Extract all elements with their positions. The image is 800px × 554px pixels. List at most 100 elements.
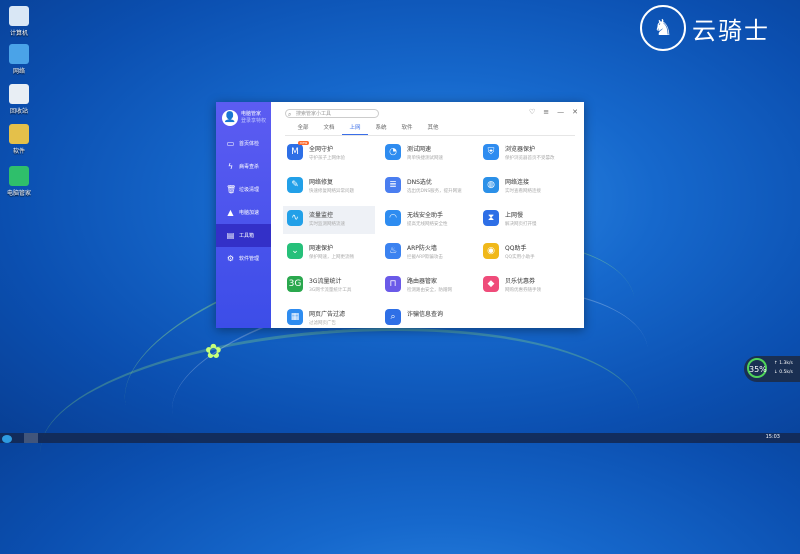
tab[interactable]: 全部 — [290, 122, 316, 134]
tab-divider — [285, 135, 575, 136]
wallpaper-leaf-icon: ✿ — [205, 339, 222, 363]
desktop-icon[interactable]: 电脑管家 — [2, 166, 36, 197]
sidebar-item-label: 首页体检 — [239, 141, 260, 147]
upload-speed: ↑ 1.3k/s — [774, 361, 793, 366]
desktop-icon-label: 计算机 — [9, 30, 28, 37]
desktop-icon-label: 软件 — [12, 148, 25, 155]
tool-desc: 保护浏览器首页不受篡改 — [505, 156, 555, 161]
tool-item[interactable]: ♨ ARP防火墙拦截ARP欺骗攻击 — [381, 239, 473, 267]
recycle-bin-icon — [9, 84, 29, 104]
network-icon — [9, 44, 29, 64]
tab[interactable]: 文档 — [316, 122, 342, 134]
profile[interactable]: 👤 电脑管家 登录享特权 — [216, 102, 271, 132]
start-button[interactable] — [2, 435, 12, 443]
tool-desc: 过滤网页广告 — [309, 321, 336, 326]
search-input[interactable]: ⌕ 搜索管家小工具 — [285, 109, 379, 118]
tool-name: 贝乐优惠券 — [505, 278, 536, 285]
sidebar-item[interactable]: ▭ 首页体检 — [216, 132, 271, 155]
tab[interactable]: 系统 — [368, 122, 394, 134]
tool-item[interactable]: ⊓ 路由器管家 检测路由安全，防蹭网 — [381, 272, 473, 300]
apps-icon: ⚙ — [226, 254, 235, 263]
wrench-icon: ✎ — [287, 177, 303, 193]
fire-icon: ♨ — [385, 243, 401, 259]
sidebar: 👤 电脑管家 登录享特权 ▭ 首页体检 ϟ 病毒查杀 🗑 垃圾清理 ▲ 电脑加速 ▤ 工具箱 ⚙ 软件… — [216, 102, 271, 328]
sidebar-item[interactable]: 🗑 垃圾清理 — [216, 178, 271, 201]
login-link[interactable]: 登录享特权 — [241, 118, 266, 125]
hourglass-icon: ⧗ — [483, 210, 499, 226]
dns-icon: ≣ — [385, 177, 401, 193]
tab[interactable]: 上网 — [342, 122, 368, 135]
new-badge: new — [298, 141, 310, 145]
tool-item[interactable]: ◆ 贝乐优惠券 网购优惠券随手领 — [479, 272, 571, 300]
tool-item[interactable]: ⛨ 浏览器保护保护浏览器首页不受篡改 — [479, 140, 571, 168]
clock: 15:03 — [765, 434, 780, 440]
horse-rider-logo-icon: ♞ — [640, 5, 686, 51]
monitor-icon: ▭ — [226, 139, 235, 148]
taskbar — [0, 433, 800, 443]
desktop-icon[interactable]: 软件 — [2, 124, 36, 155]
desktop-icon[interactable]: 计算机 — [2, 6, 36, 37]
sidebar-item-label: 工具箱 — [239, 233, 255, 239]
pc-manager-window: 👤 电脑管家 登录享特权 ▭ 首页体检 ϟ 病毒查杀 🗑 垃圾清理 ▲ 电脑加速 ▤ 工具箱 ⚙ 软件… — [216, 102, 584, 328]
category-tabs: 全部 文档 上网 系统 软件 其他 — [290, 122, 446, 135]
tool-name: ARP防火墙 — [407, 245, 437, 252]
download-speed: ↓ 0.5k/s — [774, 370, 793, 375]
traffic-monitor-icon: ∿ — [287, 210, 303, 226]
tool-desc: 守护孩子上网体验 — [309, 156, 345, 161]
sidebar-item[interactable]: ⚙ 软件管理 — [216, 247, 271, 270]
browser-shield-icon: ⛨ — [483, 144, 499, 160]
sidebar-item-label: 垃圾清理 — [239, 187, 260, 193]
speedometer-icon: ◔ — [385, 144, 401, 160]
sidebar-item[interactable]: ▤ 工具箱 — [216, 224, 271, 247]
skin-icon[interactable]: ♡ — [529, 108, 535, 116]
tab[interactable]: 软件 — [394, 122, 420, 134]
sidebar-item[interactable]: ϟ 病毒查杀 — [216, 155, 271, 178]
tool-item[interactable]: ◠ 无线安全助手 提高无线网络安全性 — [381, 206, 473, 234]
tool-item[interactable]: 3G 3G流量统计 3G网卡流量统计工具 — [283, 272, 375, 300]
close-button[interactable]: ✕ — [572, 108, 578, 116]
brand-text: 云骑士 — [692, 16, 770, 45]
menu-icon[interactable]: ≡ — [543, 108, 549, 116]
computer-icon — [9, 6, 29, 26]
tool-name: 浏览器保护 — [505, 146, 536, 153]
tool-item[interactable]: ≣ DNS选优 选出优DNS服务，提升网速 — [381, 173, 473, 201]
qq-icon: ◉ — [483, 243, 499, 259]
tool-item[interactable]: ⧗ 上网慢 解决网页打开慢 — [479, 206, 571, 234]
rocket-icon: ▲ — [227, 208, 234, 217]
tool-item[interactable]: ◉ QQ助手 QQ实用小助手 — [479, 239, 571, 267]
shield-m-icon: M — [287, 144, 303, 160]
desktop-icon[interactable]: 网络 — [2, 44, 36, 75]
tool-desc: 拦截ARP欺骗攻击 — [407, 255, 443, 260]
tab[interactable]: 其他 — [420, 122, 446, 134]
tool-desc: 提高无线网络安全性 — [407, 222, 448, 227]
minimize-button[interactable]: — — [557, 108, 564, 116]
tool-item[interactable]: ◍ 网络连接实时查看网络连接 — [479, 173, 571, 201]
tool-desc: 简单快捷测试网速 — [407, 156, 443, 161]
tool-desc: 实时监测网络流速 — [309, 222, 345, 227]
tool-item[interactable]: ▦ 网页广告过滤 过滤网页广告 — [283, 305, 375, 333]
taskbar-app-button[interactable] — [24, 433, 38, 443]
tool-item[interactable]: ✎ 网络修复 快速修复网络异常问题 — [283, 173, 375, 201]
sidebar-item[interactable]: ▲ 电脑加速 — [216, 201, 271, 224]
main-panel: ⌕ 搜索管家小工具 ♡ ≡ — ✕ 全部 文档 上网 系统 软件 其他 M 全网守护守护孩子… — [271, 102, 584, 328]
tool-name: 诈骗信息查询 — [407, 311, 444, 318]
tool-name: 无线安全助手 — [407, 212, 444, 219]
globe-icon: ◍ — [483, 177, 499, 193]
tool-name: QQ助手 — [505, 245, 527, 252]
tool-item[interactable]: M 全网守护守护孩子上网体验 new — [283, 140, 375, 168]
tool-item[interactable]: ∿ 流量监控 实时监测网络流速 — [283, 206, 375, 234]
guard-icon — [9, 166, 29, 186]
tool-name: 全网守护 — [309, 146, 334, 153]
tool-item[interactable]: ◔ 测试网速 简单快捷测试网速 — [381, 140, 473, 168]
desktop-icon[interactable]: 回收站 — [2, 84, 36, 115]
sidebar-item-label: 电脑加速 — [239, 210, 260, 216]
tool-name: 网络连接 — [505, 179, 530, 186]
tool-name: 路由器管家 — [407, 278, 438, 285]
tool-desc: 实时查看网络连接 — [505, 189, 541, 194]
fraud-search-icon: ⌕ — [385, 309, 401, 325]
avatar[interactable]: 👤 — [222, 110, 238, 126]
window-controls: ♡ ≡ — ✕ — [529, 108, 578, 116]
tool-item[interactable]: ⌕ 诈骗信息查询 — [381, 305, 473, 333]
speed-widget[interactable]: 35% ↑ 1.3k/s ↓ 0.5k/s — [744, 356, 800, 382]
tool-item[interactable]: ⌄ 网速保护 保护网速，上网更流畅 — [283, 239, 375, 267]
